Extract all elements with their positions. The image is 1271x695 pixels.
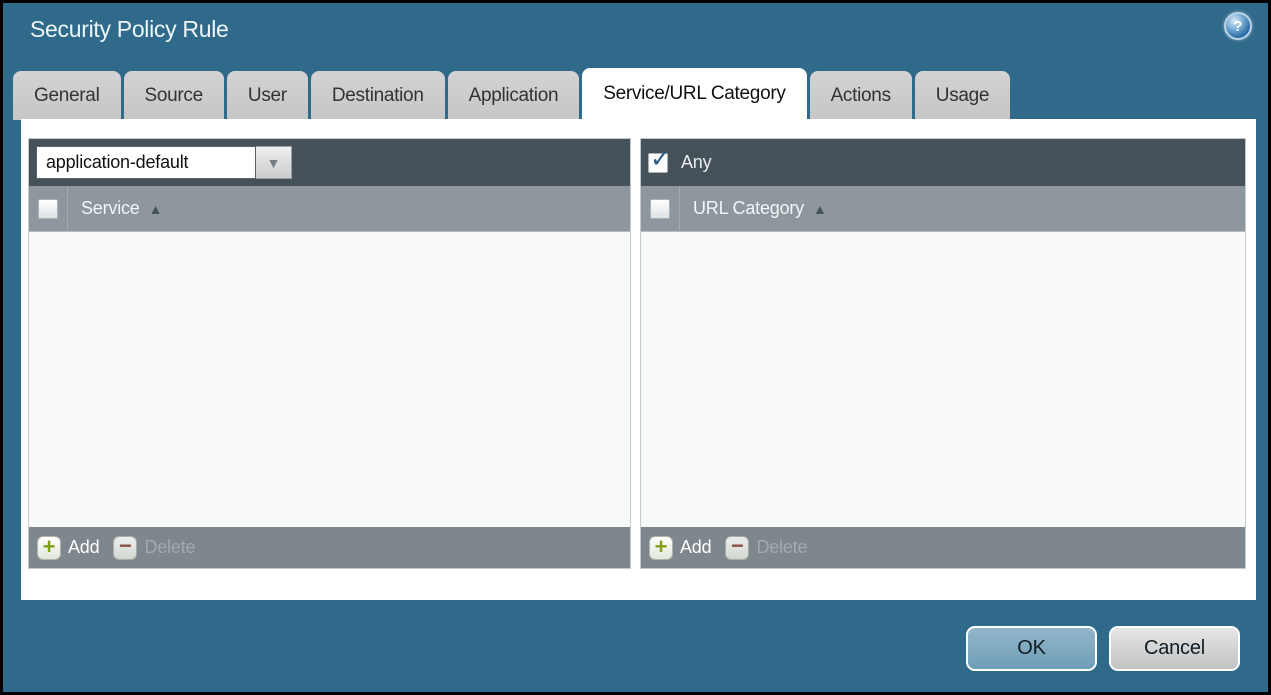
delete-icon: −	[725, 535, 750, 560]
service-type-dropdown[interactable]: application-default ▼	[36, 146, 292, 179]
ok-button[interactable]: OK	[966, 626, 1097, 671]
sort-ascending-icon[interactable]: ▲	[813, 201, 827, 217]
service-select-all-checkbox[interactable]	[38, 198, 58, 219]
service-add-button[interactable]: + Add	[37, 535, 100, 560]
url-category-panel: ✓ Any URL Category ▲ + Add − Delete	[640, 138, 1246, 569]
add-icon: +	[37, 535, 61, 560]
url-category-toolbar: ✓ Any	[641, 139, 1245, 186]
service-delete-button[interactable]: − Delete	[113, 535, 195, 560]
tab-general[interactable]: General	[13, 71, 121, 120]
add-icon: +	[649, 535, 673, 560]
question-mark-glyph: ?	[1233, 17, 1243, 35]
service-column-label: Service	[81, 198, 140, 218]
screen: Security Policy Rule ? General Source Us…	[0, 0, 1271, 695]
url-category-delete-button[interactable]: − Delete	[725, 535, 807, 560]
url-category-select-all-checkbox[interactable]	[650, 198, 670, 219]
checkmark-icon: ✓	[650, 144, 671, 173]
tab-service-url-category[interactable]: Service/URL Category	[582, 68, 807, 120]
tab-actions[interactable]: Actions	[809, 71, 912, 120]
security-policy-rule-dialog: Security Policy Rule ? General Source Us…	[3, 3, 1268, 692]
tab-source[interactable]: Source	[123, 71, 224, 120]
url-category-list-body[interactable]	[641, 232, 1245, 527]
url-category-add-button[interactable]: + Add	[649, 535, 712, 560]
tab-user[interactable]: User	[226, 71, 308, 120]
service-toolbar: application-default ▼	[29, 139, 630, 186]
dialog-title: Security Policy Rule	[30, 16, 229, 42]
url-category-column-header[interactable]: URL Category ▲	[641, 185, 1245, 232]
tab-destination[interactable]: Destination	[310, 71, 445, 120]
url-category-footer-toolbar: + Add − Delete	[641, 527, 1245, 568]
service-type-dropdown-value[interactable]: application-default	[36, 146, 256, 179]
any-checkbox[interactable]: ✓	[648, 146, 671, 173]
tab-application[interactable]: Application	[447, 71, 580, 120]
any-checkbox-row: ✓ Any	[648, 146, 712, 173]
tab-content-area: application-default ▼ Service ▲ + Add − …	[21, 119, 1256, 600]
sort-ascending-icon[interactable]: ▲	[149, 201, 163, 217]
cancel-button[interactable]: Cancel	[1109, 626, 1240, 671]
header-divider	[679, 185, 680, 232]
url-category-column-label: URL Category	[693, 198, 804, 218]
tab-usage[interactable]: Usage	[914, 71, 1011, 120]
any-label: Any	[681, 152, 712, 172]
tab-bar: General Source User Destination Applicat…	[13, 68, 1011, 120]
service-footer-toolbar: + Add − Delete	[29, 527, 630, 568]
service-column-header[interactable]: Service ▲	[29, 185, 630, 232]
header-divider	[67, 185, 68, 232]
service-panel: application-default ▼ Service ▲ + Add − …	[28, 138, 631, 569]
help-icon[interactable]: ?	[1224, 12, 1252, 40]
service-list-body[interactable]	[29, 232, 630, 527]
chevron-down-icon[interactable]: ▼	[256, 146, 292, 179]
delete-icon: −	[113, 535, 138, 560]
